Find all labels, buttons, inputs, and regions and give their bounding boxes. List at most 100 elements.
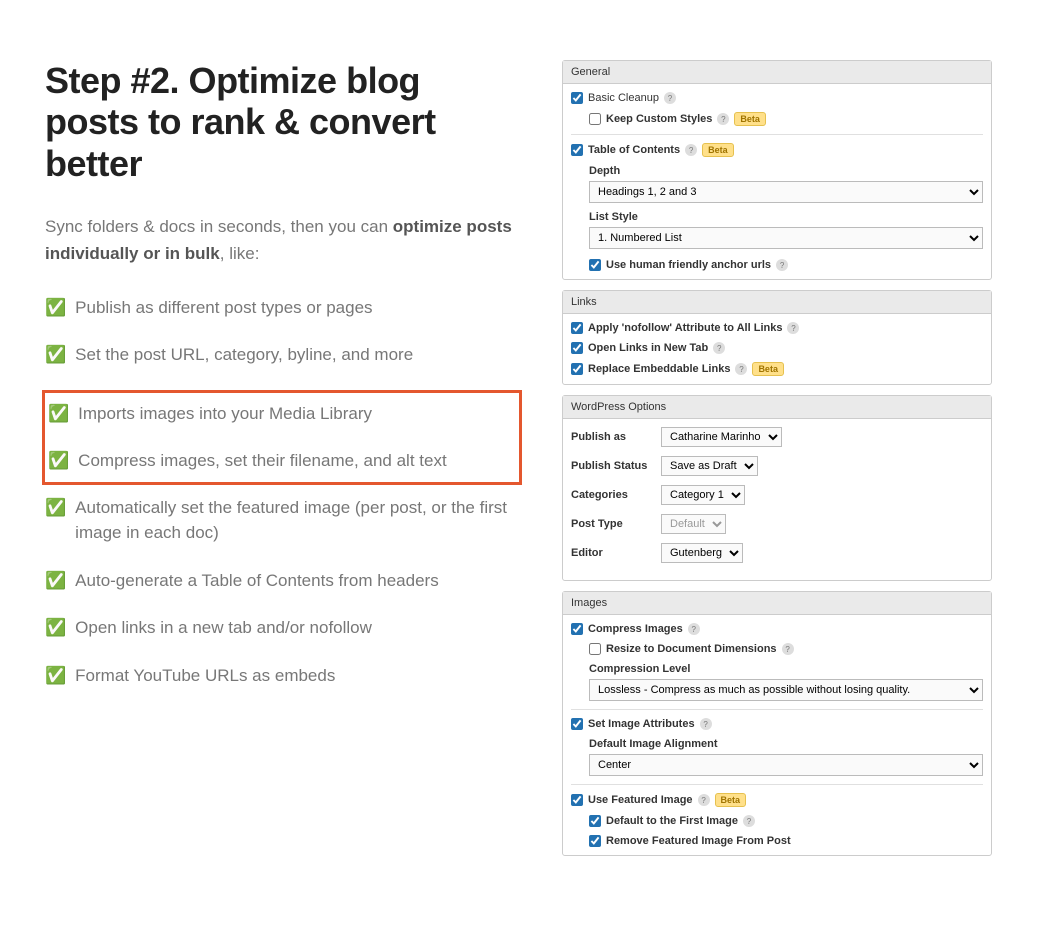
check-icon: ✅ — [45, 342, 66, 368]
row-keep-custom-styles: Keep Custom Styles ? Beta — [589, 112, 983, 126]
panel-general: General Basic Cleanup ? Keep Custom Styl… — [562, 60, 992, 280]
check-icon: ✅ — [45, 568, 66, 594]
panel-images: Images Compress Images ? Resize to Docum… — [562, 591, 992, 856]
checkbox-compress-images[interactable] — [571, 623, 583, 635]
toc-settings: Depth Headings 1, 2 and 3 List Style 1. … — [589, 165, 983, 271]
check-icon: ✅ — [45, 495, 66, 521]
list-text: Automatically set the featured image (pe… — [75, 495, 522, 546]
check-icon: ✅ — [48, 401, 69, 427]
feature-list: ✅ Publish as different post types or page… — [45, 295, 522, 368]
separator — [571, 784, 983, 785]
label-default-align: Default Image Alignment — [589, 738, 983, 750]
help-icon[interactable]: ? — [664, 92, 676, 104]
checkbox-set-attrs[interactable] — [571, 718, 583, 730]
select-publish-as[interactable]: Catharine Marinho — [661, 427, 782, 447]
page-container: Step #2. Optimize blog posts to rank & c… — [0, 0, 1037, 926]
select-compression-level[interactable]: Lossless - Compress as much as possible … — [589, 679, 983, 701]
select-editor[interactable]: Gutenberg — [661, 543, 743, 563]
featured-settings: Default to the First Image ? Remove Feat… — [589, 815, 983, 847]
beta-badge: Beta — [702, 143, 734, 157]
checkbox-replace-embed[interactable] — [571, 363, 583, 375]
checkbox-new-tab[interactable] — [571, 342, 583, 354]
help-icon[interactable]: ? — [743, 815, 755, 827]
check-icon: ✅ — [48, 448, 69, 474]
list-text: Set the post URL, category, byline, and … — [75, 342, 413, 368]
label-editor: Editor — [571, 547, 661, 559]
list-text: Format YouTube URLs as embeds — [75, 663, 335, 689]
list-item: ✅Auto-generate a Table of Contents from … — [45, 568, 522, 594]
label-human-friendly: Use human friendly anchor urls — [606, 259, 771, 271]
beta-badge: Beta — [715, 793, 747, 807]
checkbox-toc[interactable] — [571, 144, 583, 156]
checkbox-basic-cleanup[interactable] — [571, 92, 583, 104]
page-heading: Step #2. Optimize blog posts to rank & c… — [45, 60, 522, 184]
left-column: Step #2. Optimize blog posts to rank & c… — [45, 60, 522, 866]
highlighted-list: ✅Imports images into your Media Library … — [45, 401, 511, 474]
list-text: Publish as different post types or pages — [75, 295, 372, 321]
checkbox-default-first[interactable] — [589, 815, 601, 827]
row-publish-status: Publish Status Save as Draft — [571, 456, 983, 476]
list-text: Compress images, set their filename, and… — [78, 448, 447, 474]
label-replace-embed: Replace Embeddable Links — [588, 363, 730, 375]
subtext-prefix: Sync folders & docs in seconds, then you… — [45, 217, 393, 236]
label-new-tab: Open Links in New Tab — [588, 342, 708, 354]
label-publish-status: Publish Status — [571, 460, 661, 472]
row-use-featured: Use Featured Image ? Beta — [571, 793, 983, 807]
select-post-type[interactable]: Default — [661, 514, 726, 534]
help-icon[interactable]: ? — [735, 363, 747, 375]
beta-badge: Beta — [752, 362, 784, 376]
row-replace-embed: Replace Embeddable Links ? Beta — [571, 362, 983, 376]
help-icon[interactable]: ? — [713, 342, 725, 354]
list-item: ✅Format YouTube URLs as embeds — [45, 663, 522, 689]
panel-body-general: Basic Cleanup ? Keep Custom Styles ? Bet… — [563, 84, 991, 279]
panel-wordpress-options: WordPress Options Publish as Catharine M… — [562, 395, 992, 581]
checkbox-resize[interactable] — [589, 643, 601, 655]
panel-header-general: General — [563, 61, 991, 84]
list-item: ✅ Set the post URL, category, byline, and… — [45, 342, 522, 368]
list-item: ✅ Compress images, set their filename, an… — [48, 448, 511, 474]
row-nofollow: Apply 'nofollow' Attribute to All Links … — [571, 322, 983, 334]
label-nofollow: Apply 'nofollow' Attribute to All Links — [588, 322, 782, 334]
checkbox-use-featured[interactable] — [571, 794, 583, 806]
row-editor: Editor Gutenberg — [571, 543, 983, 563]
select-list-style[interactable]: 1. Numbered List — [589, 227, 983, 249]
row-publish-as: Publish as Catharine Marinho — [571, 427, 983, 447]
row-categories: Categories Category 1 — [571, 485, 983, 505]
help-icon[interactable]: ? — [782, 643, 794, 655]
separator — [571, 709, 983, 710]
label-list-style: List Style — [589, 211, 983, 223]
help-icon[interactable]: ? — [685, 144, 697, 156]
panel-header-wp: WordPress Options — [563, 396, 991, 419]
subtext: Sync folders & docs in seconds, then you… — [45, 214, 522, 267]
panel-links: Links Apply 'nofollow' Attribute to All … — [562, 290, 992, 385]
panel-header-images: Images — [563, 592, 991, 615]
panel-header-links: Links — [563, 291, 991, 314]
check-icon: ✅ — [45, 295, 66, 321]
row-remove-featured: Remove Featured Image From Post — [589, 835, 983, 847]
row-resize: Resize to Document Dimensions ? — [589, 643, 983, 655]
help-icon[interactable]: ? — [787, 322, 799, 334]
label-basic-cleanup: Basic Cleanup — [588, 92, 659, 104]
row-basic-cleanup: Basic Cleanup ? — [571, 92, 983, 104]
row-default-first: Default to the First Image ? — [589, 815, 983, 827]
checkbox-human-friendly[interactable] — [589, 259, 601, 271]
label-compression-level: Compression Level — [589, 663, 983, 675]
settings-column: General Basic Cleanup ? Keep Custom Styl… — [562, 60, 992, 866]
label-default-first: Default to the First Image — [606, 815, 738, 827]
help-icon[interactable]: ? — [698, 794, 710, 806]
help-icon[interactable]: ? — [700, 718, 712, 730]
select-categories[interactable]: Category 1 — [661, 485, 745, 505]
beta-badge: Beta — [734, 112, 766, 126]
row-toc: Table of Contents ? Beta — [571, 143, 983, 157]
checkbox-remove-featured[interactable] — [589, 835, 601, 847]
list-text: Imports images into your Media Library — [78, 401, 372, 427]
checkbox-keep-custom-styles[interactable] — [589, 113, 601, 125]
select-depth[interactable]: Headings 1, 2 and 3 — [589, 181, 983, 203]
select-default-align[interactable]: Center — [589, 754, 983, 776]
help-icon[interactable]: ? — [688, 623, 700, 635]
help-icon[interactable]: ? — [776, 259, 788, 271]
select-publish-status[interactable]: Save as Draft — [661, 456, 758, 476]
checkbox-nofollow[interactable] — [571, 322, 583, 334]
label-remove-featured: Remove Featured Image From Post — [606, 835, 791, 847]
help-icon[interactable]: ? — [717, 113, 729, 125]
